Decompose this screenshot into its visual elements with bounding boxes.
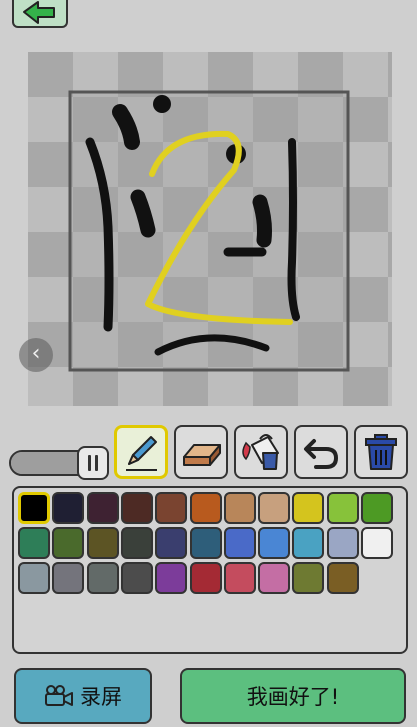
color-swatch[interactable] xyxy=(86,492,119,524)
color-swatch[interactable] xyxy=(258,492,291,524)
undo-tool[interactable] xyxy=(294,425,348,479)
color-swatch[interactable] xyxy=(189,492,222,524)
color-swatch[interactable] xyxy=(86,527,119,559)
undo-icon xyxy=(304,439,339,469)
color-swatch[interactable] xyxy=(52,562,85,594)
color-swatch[interactable] xyxy=(326,492,359,524)
eraser-icon xyxy=(183,444,221,466)
fill-tool[interactable] xyxy=(234,425,288,479)
color-palette xyxy=(12,486,408,654)
color-swatch[interactable] xyxy=(120,492,153,524)
eraser-tool[interactable] xyxy=(174,425,228,479)
color-swatch[interactable] xyxy=(223,492,256,524)
color-swatch[interactable] xyxy=(18,492,50,524)
done-label: 我画好了! xyxy=(246,685,340,709)
color-swatch[interactable] xyxy=(258,527,291,559)
chevron-left-icon[interactable]: ‹ xyxy=(19,338,53,372)
delete-tool[interactable] xyxy=(354,425,408,479)
record-button[interactable]: 录屏 xyxy=(14,668,152,724)
record-label: 录屏 xyxy=(80,685,122,709)
color-swatch[interactable] xyxy=(292,562,325,594)
arrow-left-icon xyxy=(23,1,55,24)
back-button[interactable] xyxy=(12,0,68,28)
color-swatch[interactable] xyxy=(258,562,291,594)
color-swatch[interactable] xyxy=(155,492,188,524)
color-swatch[interactable] xyxy=(326,562,359,594)
color-swatch[interactable] xyxy=(326,527,359,559)
drawing-canvas[interactable] xyxy=(28,52,392,406)
color-swatch[interactable] xyxy=(292,492,325,524)
color-swatch[interactable] xyxy=(189,562,222,594)
color-swatch[interactable] xyxy=(223,562,256,594)
color-swatch[interactable] xyxy=(86,562,119,594)
slider-fill xyxy=(11,452,80,474)
color-swatch[interactable] xyxy=(223,527,256,559)
pencil-tool[interactable] xyxy=(114,425,168,479)
color-swatch[interactable] xyxy=(120,562,153,594)
color-swatch[interactable] xyxy=(361,527,393,559)
color-swatch[interactable] xyxy=(189,527,222,559)
pencil-icon xyxy=(126,436,157,471)
color-swatch[interactable] xyxy=(361,492,393,524)
color-swatch[interactable] xyxy=(18,562,50,594)
color-swatch[interactable] xyxy=(292,527,325,559)
trash-icon xyxy=(365,434,397,470)
done-button[interactable]: 我画好了! xyxy=(180,668,406,724)
color-swatch[interactable] xyxy=(52,527,85,559)
video-camera-icon xyxy=(45,685,73,706)
color-swatch[interactable] xyxy=(52,492,85,524)
color-swatch[interactable] xyxy=(120,527,153,559)
color-swatch[interactable] xyxy=(155,527,188,559)
color-swatch[interactable] xyxy=(18,527,50,559)
paint-bucket-icon xyxy=(242,434,279,470)
slider-handle[interactable] xyxy=(77,446,109,480)
color-swatch[interactable] xyxy=(155,562,188,594)
